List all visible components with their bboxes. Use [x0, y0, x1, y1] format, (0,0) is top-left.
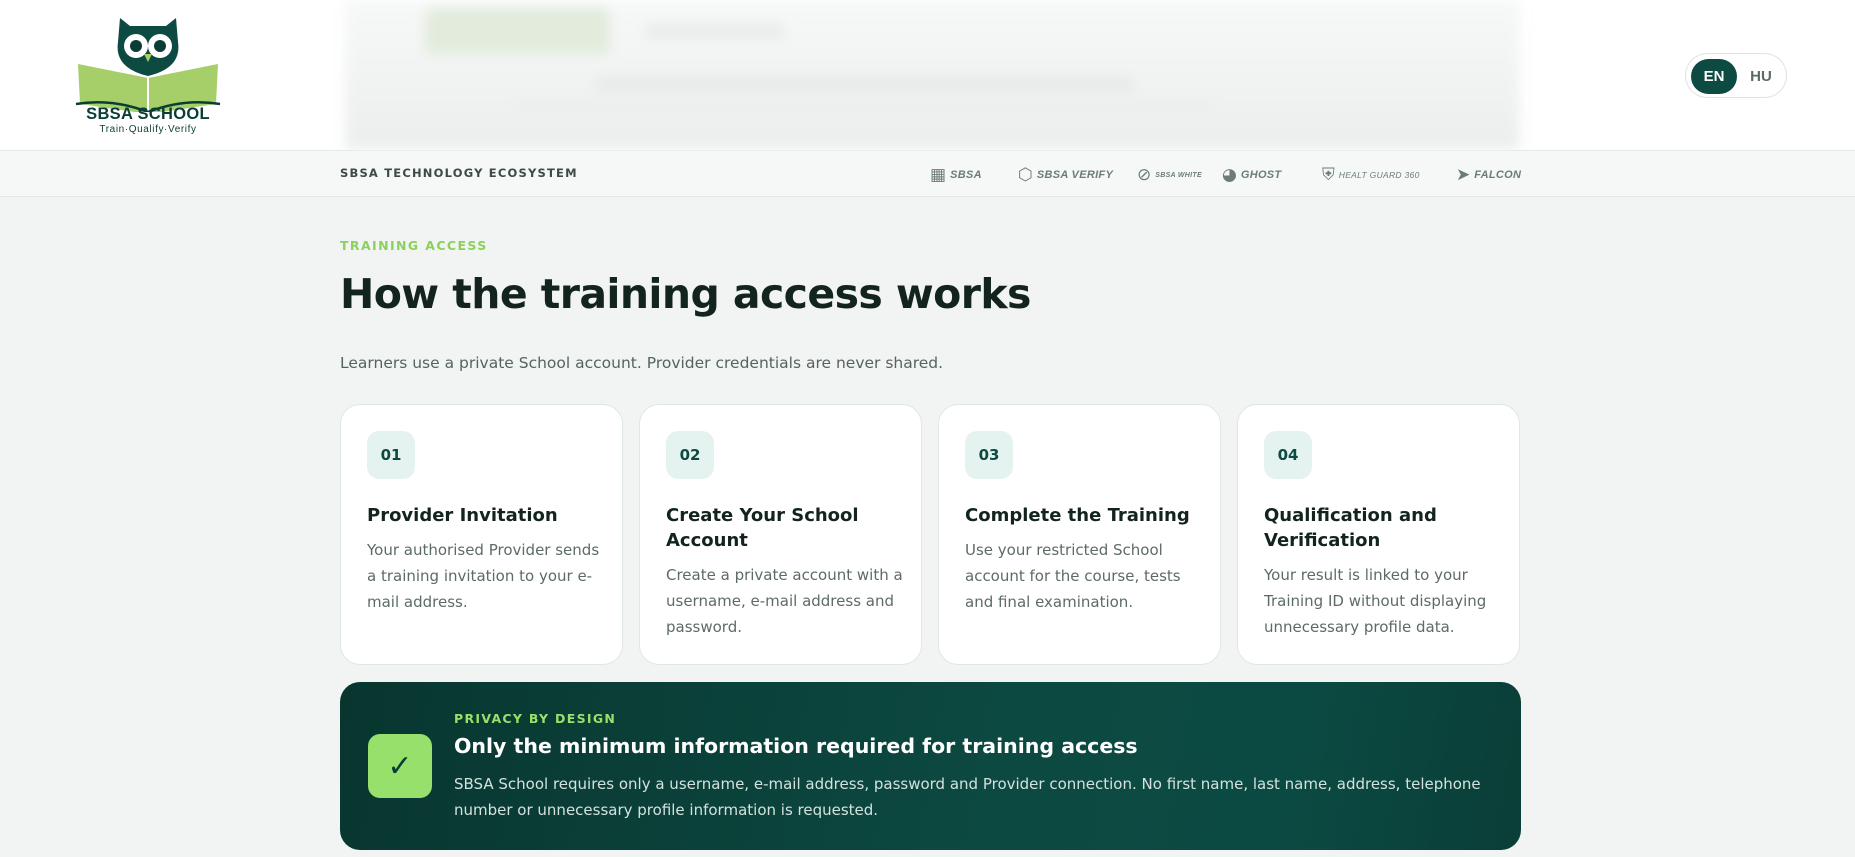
step-number-badge: 01	[367, 431, 415, 479]
privacy-description: SBSA School requires only a username, e-…	[454, 775, 1481, 819]
step-number-badge: 02	[666, 431, 714, 479]
language-en-button[interactable]: EN	[1691, 59, 1737, 94]
step-card: 01 Provider Invitation Your authorised P…	[340, 404, 623, 665]
privacy-title: Only the minimum information required fo…	[454, 734, 1138, 758]
ecosystem-logo-ghost[interactable]: ◕ GHOST	[1222, 162, 1281, 188]
step-number-badge: 03	[965, 431, 1013, 479]
section-subtitle: Learners use a private School account. P…	[340, 354, 944, 372]
ghost-g-icon: ◕	[1222, 164, 1237, 185]
ecosystem-logo-sbsa-verify[interactable]: ⬡ SBSA VERIFY	[1018, 162, 1113, 188]
step-title: Create Your School Account	[666, 505, 859, 551]
page-title: How the training access works	[340, 270, 1031, 318]
step-number-badge: 04	[1264, 431, 1312, 479]
ecosystem-strip: SBSA TECHNOLOGY ECOSYSTEM ▦ SBSA ⬡ SBSA …	[0, 151, 1855, 197]
ecosystem-logo-healt-guard[interactable]: ⛨ HEALT GUARD 360	[1322, 162, 1420, 188]
sbsa-school-logo[interactable]: SBSA SCHOOL Train·Qualify·Verify	[72, 12, 224, 136]
falcon-icon: ➤	[1456, 164, 1471, 185]
circle-slash-icon: ⊘	[1137, 164, 1152, 185]
privacy-eyebrow: PRIVACY BY DESIGN	[454, 711, 617, 726]
step-card: 02 Create Your School Account Create a p…	[639, 404, 922, 665]
logo-tagline: Train·Qualify·Verify	[99, 124, 197, 135]
step-description: Create a private account with a username…	[666, 566, 903, 636]
logo-title: SBSA SCHOOL	[86, 105, 210, 123]
hexagon-icon: ⬡	[1018, 164, 1033, 185]
ecosystem-logo-sbsa-white[interactable]: ⊘ SBSA WHITE	[1137, 162, 1202, 188]
blurred-hero-background	[345, 0, 1520, 150]
step-description: Your result is linked to your Training I…	[1264, 566, 1487, 636]
step-card: 03 Complete the Training Use your restri…	[938, 404, 1221, 665]
ecosystem-logo-falcon[interactable]: ➤ FALCON	[1456, 162, 1521, 188]
sbsa-mark-icon: ▦	[930, 164, 947, 185]
owl-book-icon	[75, 18, 221, 112]
site-header: SBSA SCHOOL Train·Qualify·Verify EN HU	[0, 0, 1855, 151]
shield-icon: ⛨	[1322, 164, 1335, 185]
steps-grid: 01 Provider Invitation Your authorised P…	[340, 404, 1521, 665]
step-title: Qualification and Verification	[1264, 505, 1437, 551]
privacy-banner: ✓ PRIVACY BY DESIGN Only the minimum inf…	[340, 682, 1521, 850]
step-card: 04 Qualification and Verification Your r…	[1237, 404, 1520, 665]
step-title: Complete the Training	[965, 505, 1190, 526]
step-title: Provider Invitation	[367, 505, 558, 526]
ecosystem-logo-sbsa[interactable]: ▦ SBSA	[930, 162, 982, 188]
language-hu-button[interactable]: HU	[1738, 59, 1784, 94]
language-switcher: EN HU	[1685, 53, 1787, 98]
step-description: Use your restricted School account for t…	[965, 541, 1181, 611]
checkmark-icon: ✓	[368, 734, 432, 798]
step-description: Your authorised Provider sends a trainin…	[367, 541, 600, 611]
section-eyebrow: TRAINING ACCESS	[340, 238, 488, 253]
ecosystem-label: SBSA TECHNOLOGY ECOSYSTEM	[340, 166, 578, 180]
